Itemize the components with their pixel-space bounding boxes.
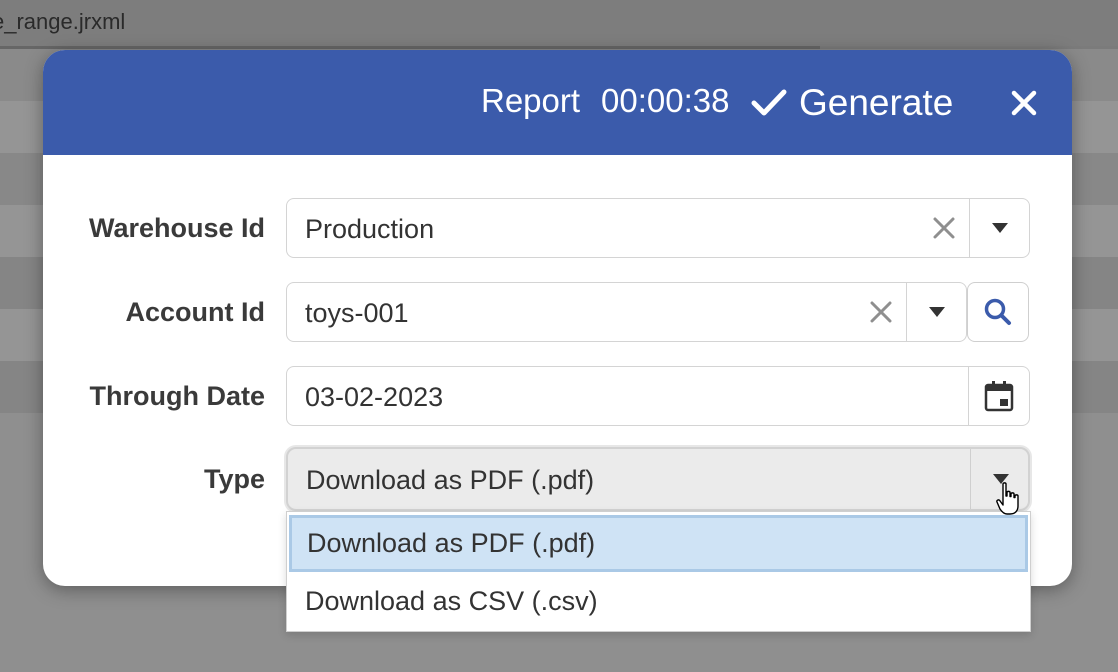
generate-label: Generate: [799, 82, 954, 123]
account-dropdown-button[interactable]: [906, 283, 967, 341]
type-value: Download as PDF (.pdf): [306, 465, 595, 495]
report-title: Report: [481, 82, 581, 119]
generate-button[interactable]: Generate: [751, 78, 953, 128]
option-label: Download as PDF (.pdf): [307, 528, 596, 558]
type-select[interactable]: Download as PDF (.pdf): [286, 447, 1030, 511]
dialog-header: Report 00:00:38 Generate: [43, 50, 1072, 155]
hand-pointer-icon: [996, 482, 1019, 515]
clear-icon[interactable]: [931, 215, 957, 241]
option-label: Download as CSV (.csv): [305, 586, 598, 616]
through-date-input[interactable]: 03-02-2023: [286, 366, 1030, 426]
chevron-down-icon: [992, 223, 1008, 233]
calendar-icon: [984, 381, 1014, 412]
account-id-label: Account Id: [125, 297, 266, 327]
through-date-label: Through Date: [89, 381, 266, 411]
report-dialog: Report 00:00:38 Generate Warehouse Id Pr…: [43, 50, 1072, 586]
search-icon: [984, 298, 1011, 325]
account-search-button[interactable]: [967, 282, 1029, 342]
elapsed-timer: 00:00:38: [601, 82, 730, 119]
type-label: Type: [203, 464, 265, 494]
warehouse-dropdown-button[interactable]: [969, 199, 1030, 257]
type-options-list: Download as PDF (.pdf) Download as CSV (…: [286, 511, 1031, 632]
close-icon[interactable]: [1007, 86, 1041, 120]
clear-icon[interactable]: [868, 299, 894, 325]
account-id-value: toys-001: [305, 298, 409, 328]
warehouse-id-combobox[interactable]: Production: [286, 198, 1030, 258]
background-file-title: e_range.jrxml: [0, 0, 1118, 46]
option-csv[interactable]: Download as CSV (.csv): [287, 573, 1030, 631]
checkmark-icon: [751, 89, 787, 116]
option-pdf[interactable]: Download as PDF (.pdf): [289, 515, 1028, 572]
warehouse-id-value: Production: [305, 214, 435, 244]
chevron-down-icon: [929, 307, 945, 317]
through-date-value: 03-02-2023: [305, 382, 444, 412]
warehouse-id-label: Warehouse Id: [88, 213, 265, 243]
account-id-combobox[interactable]: toys-001: [286, 282, 967, 342]
date-picker-button[interactable]: [968, 367, 1029, 425]
